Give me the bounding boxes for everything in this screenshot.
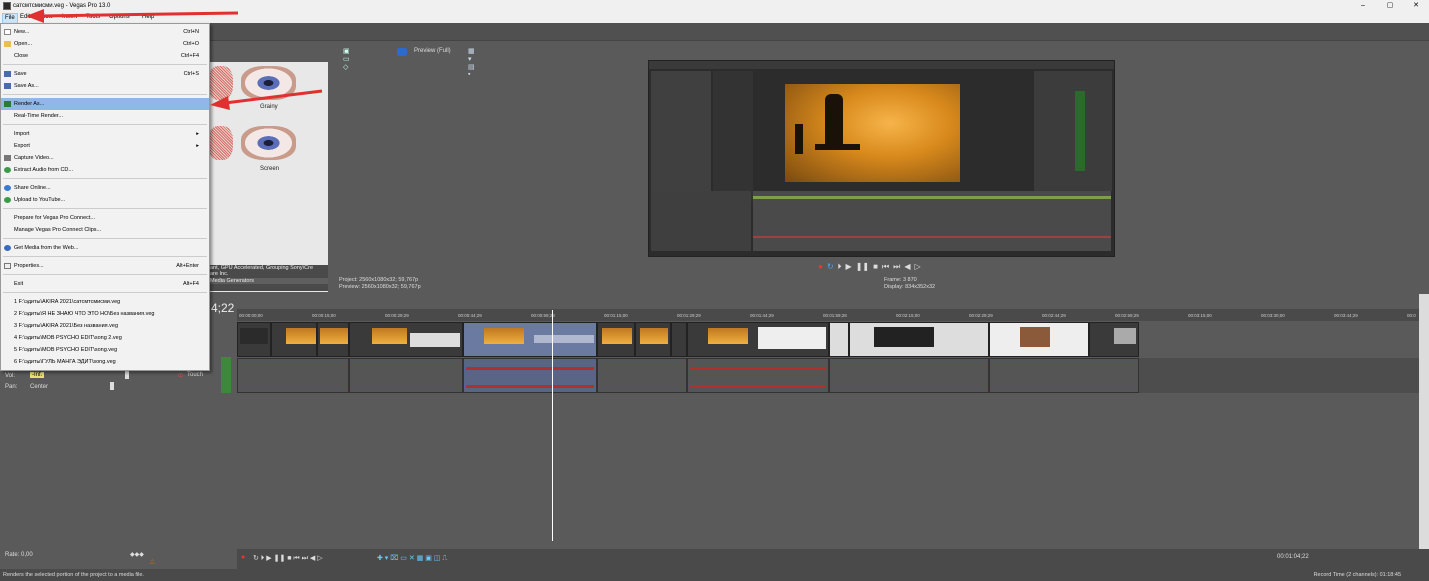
arrow-to-render-as [210, 89, 323, 110]
arrow-to-file-menu [26, 9, 239, 23]
annotation-arrows [26, 9, 323, 110]
